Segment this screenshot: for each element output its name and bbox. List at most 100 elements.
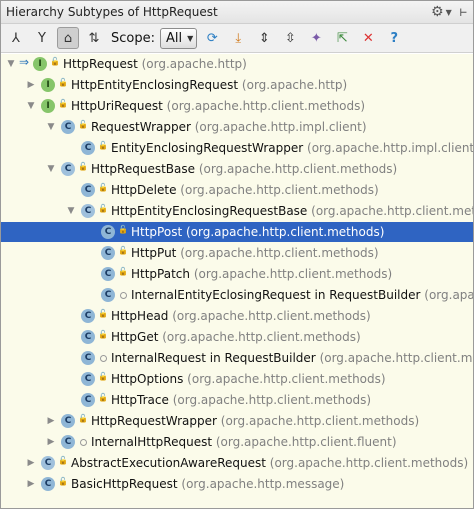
class-icon: C (101, 225, 115, 239)
class-name: BasicHttpRequest (71, 477, 178, 491)
collapse-toggle-icon[interactable]: ▼ (65, 201, 77, 221)
package-name: (org.apache.http.client.methods) (176, 183, 379, 197)
collapse-all-icon[interactable]: ⇳ (279, 27, 301, 49)
tree-node-label: HttpUriRequest (org.apache.http.client.m… (71, 99, 365, 113)
title-bar-controls: ⚙ ▼ ⊢ (431, 4, 467, 20)
package-name: (org.apache.http.client.methods) (216, 414, 420, 428)
class-icon: C (81, 183, 95, 197)
tree-node[interactable]: C 🔓 HttpPatch (org.apache.http.client.meth… (1, 264, 473, 284)
public-access-icon: 🔓 (58, 477, 68, 486)
class-hierarchy-icon[interactable]: ⌂ (57, 27, 79, 49)
class-icon: C (81, 330, 95, 344)
tree-node[interactable]: C 🔓 HttpTrace (org.apache.http.client.meth… (1, 390, 473, 410)
title-bar: Hierarchy Subtypes of HttpRequest ⚙ ▼ ⊢ (1, 1, 473, 24)
chevron-down-icon: ▼ (187, 33, 194, 43)
tree-node[interactable]: C 🔓 HttpOptions (org.apache.http.client.me… (1, 369, 473, 389)
sort-alphabetically-icon[interactable]: ⇅ (83, 27, 105, 49)
package-private-icon (120, 292, 127, 299)
scope-select[interactable]: All ▼ (159, 27, 198, 49)
tree-node-label: HttpPatch (org.apache.http.client.method… (131, 267, 392, 281)
tree-node[interactable]: ▼ I 🔓 HttpUriRequest (org.apache.http.clien… (1, 96, 473, 116)
class-name: HttpGet (111, 330, 159, 344)
tree-node[interactable]: ▶ I 🔓 HttpEntityEnclosingRequest (org.apach… (1, 75, 473, 95)
public-access-icon: 🔓 (118, 246, 128, 255)
collapse-toggle-icon[interactable]: ▼ (45, 159, 57, 179)
tree-node[interactable]: C 🔓 HttpDelete (org.apache.http.client.met… (1, 180, 473, 200)
expand-toggle-icon[interactable]: ▶ (25, 474, 37, 494)
hide-panel-icon[interactable]: ⊢ (460, 5, 467, 19)
tree-node[interactable]: C 🔓 EntityEnclosingRequestWrapper (org.apa… (1, 138, 473, 158)
chevron-down-icon[interactable]: ▼ (446, 8, 452, 17)
collapse-toggle-icon[interactable]: ▼ (25, 96, 37, 116)
tree-node[interactable]: ▼ ⇒ I 🔓 HttpRequest (org.apache.http) (1, 54, 473, 74)
expand-toggle-icon[interactable]: ▶ (45, 432, 57, 452)
scope-value: All (165, 30, 183, 46)
tree-node-label: HttpRequest (org.apache.http) (63, 57, 247, 71)
public-access-icon: 🔓 (98, 330, 108, 339)
public-access-icon: 🔓 (50, 57, 60, 66)
base-type-arrow-icon: ⇒ (19, 55, 30, 69)
tree-node-label: HttpRequestBase (org.apache.http.client.… (91, 162, 397, 176)
tree-node-label: InternalEntityEclosingRequest in Request… (131, 288, 474, 302)
tree-node-label: HttpPost (org.apache.http.client.methods… (131, 225, 384, 239)
package-name: (org.apache.http.client.methods) (168, 393, 372, 407)
public-access-icon: 🔓 (118, 225, 128, 234)
expand-toggle-icon[interactable]: ▶ (45, 411, 57, 431)
class-name: HttpRequestWrapper (91, 414, 217, 428)
tree-node[interactable]: ▶ C 🔓 HttpRequestWrapper (org.apache.http.c… (1, 411, 473, 431)
subtypes-hierarchy-icon[interactable]: Y (31, 27, 53, 49)
help-icon[interactable]: ? (383, 27, 405, 49)
package-name: (org.apache.http.client.methods) (190, 267, 393, 281)
tree-node[interactable]: ▼ C 🔓 RequestWrapper (org.apache.http.impl.… (1, 117, 473, 137)
class-icon: C (41, 477, 55, 491)
export-to-file-icon[interactable]: ⇱ (331, 27, 353, 49)
package-name: (org.apache.http.client.methods) (195, 162, 398, 176)
tree-node[interactable]: ▼ C 🔓 HttpEntityEnclosingRequestBase (org.a… (1, 201, 473, 221)
class-name: HttpRequest (63, 57, 138, 71)
tree-node[interactable]: C 🔓 HttpPost (org.apache.http.client.metho… (1, 222, 473, 242)
public-access-icon: 🔓 (78, 120, 88, 129)
class-name: HttpHead (111, 309, 169, 323)
tree-node-label: InternalHttpRequest (org.apache.http.cli… (91, 435, 397, 449)
tree-node[interactable]: ▼ C 🔓 HttpRequestBase (org.apache.http.clie… (1, 159, 473, 179)
tree-node[interactable]: C 🔓 HttpPut (org.apache.http.client.method… (1, 243, 473, 263)
hierarchy-toolbar: ⅄ Y ⌂ ⇅ Scope: All ▼ ⟳ ⤓ ⇕ ⇳ ✦ ⇱ ✕ ? (1, 24, 473, 53)
collapse-toggle-icon[interactable]: ▼ (45, 117, 57, 137)
package-name: (org.apache.http.client.methods) (182, 225, 385, 239)
export-icon[interactable]: ⤓ (227, 27, 249, 49)
package-name: (org.apache.http.client.methods) (183, 372, 386, 386)
tree-node[interactable]: C 🔓 HttpHead (org.apache.http.client.metho… (1, 306, 473, 326)
tree-node-label: HttpRequestWrapper (org.apache.http.clie… (91, 414, 419, 428)
tree-node[interactable]: ▶ C InternalHttpRequest (org.apache.http.c… (1, 432, 473, 452)
public-access-icon: 🔓 (78, 414, 88, 423)
tree-node-label: HttpDelete (org.apache.http.client.metho… (111, 183, 379, 197)
public-access-icon: 🔓 (98, 309, 108, 318)
refresh-icon[interactable]: ⟳ (201, 27, 223, 49)
tree-node[interactable]: ▶ C 🔓 BasicHttpRequest (org.apache.http.mes… (1, 474, 473, 494)
class-icon: C (61, 414, 75, 428)
class-name: HttpEntityEnclosingRequestBase (111, 204, 308, 218)
package-name: (org.apache.http.impl.client) (303, 141, 474, 155)
tree-node-label: HttpHead (org.apache.http.client.methods… (111, 309, 371, 323)
tree-node-label: HttpGet (org.apache.http.client.methods) (111, 330, 361, 344)
close-icon[interactable]: ✕ (357, 27, 379, 49)
pin-icon[interactable]: ✦ (305, 27, 327, 49)
collapse-toggle-icon[interactable]: ▼ (5, 54, 17, 74)
public-access-icon: 🔓 (98, 372, 108, 381)
class-name: HttpPut (131, 246, 177, 260)
tree-node[interactable]: C InternalRequest in RequestBuilder (org.… (1, 348, 473, 368)
package-name: (org.apa (420, 288, 474, 302)
expand-toggle-icon[interactable]: ▶ (25, 453, 37, 473)
tree-node[interactable]: ▶ C 🔓 AbstractExecutionAwareRequest (org.ap… (1, 453, 473, 473)
tree-node[interactable]: C 🔓 HttpGet (org.apache.http.client.method… (1, 327, 473, 347)
tree-node-label: HttpOptions (org.apache.http.client.meth… (111, 372, 386, 386)
expand-toggle-icon[interactable]: ▶ (25, 75, 37, 95)
package-name: (org.apache.http.client.fluent) (212, 435, 397, 449)
supertypes-hierarchy-icon[interactable]: ⅄ (5, 27, 27, 49)
class-icon: C (81, 351, 95, 365)
class-name: HttpUriRequest (71, 99, 163, 113)
expand-all-icon[interactable]: ⇕ (253, 27, 275, 49)
tree-node[interactable]: C InternalEntityEclosingRequest in Reques… (1, 285, 473, 305)
public-access-icon: 🔓 (78, 162, 88, 171)
gear-icon[interactable]: ⚙ (431, 4, 444, 20)
